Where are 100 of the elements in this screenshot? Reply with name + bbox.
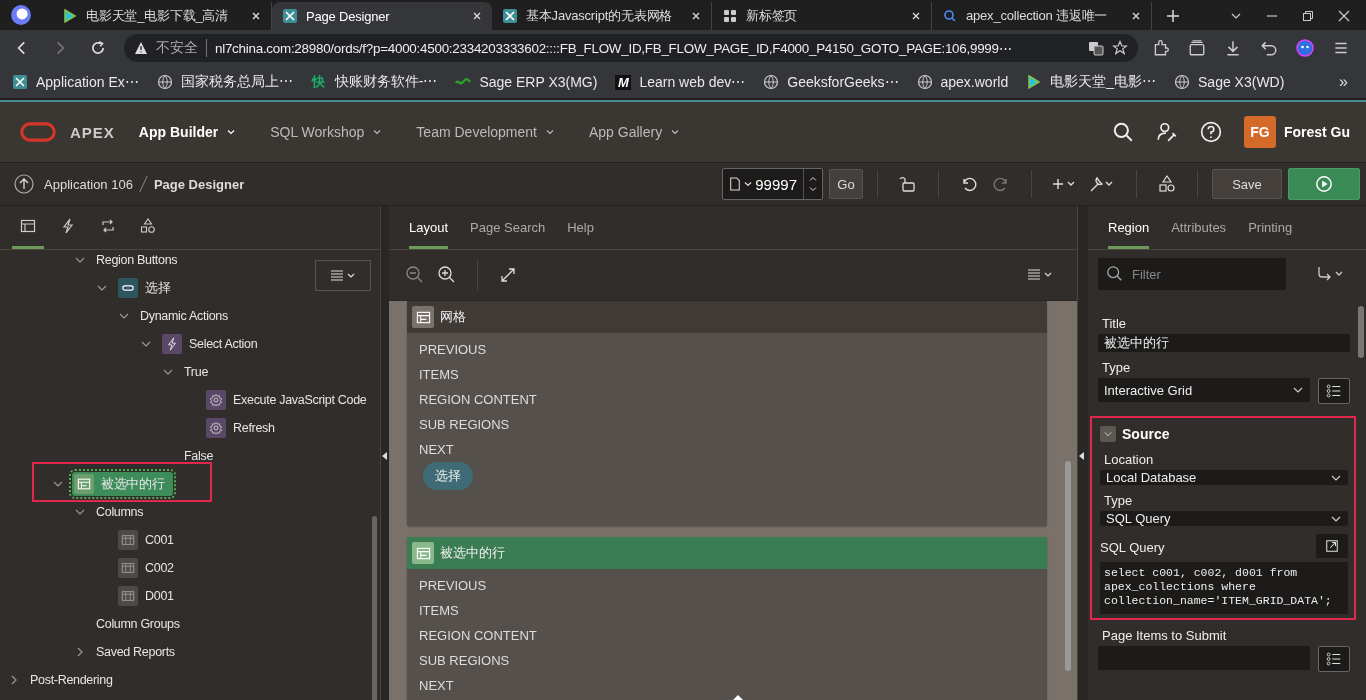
tree-menu-button[interactable] xyxy=(315,260,371,291)
scrollbar[interactable] xyxy=(1065,461,1071,671)
bookmark[interactable]: M Learn web dev⋯ xyxy=(615,74,746,90)
browser-tab[interactable]: Page Designer xyxy=(272,2,492,30)
bookmark[interactable]: Sage X3(WD) xyxy=(1174,74,1285,90)
tab[interactable]: Help xyxy=(567,206,594,249)
tree-node[interactable]: Post-Rendering xyxy=(28,668,115,692)
position-label: SUB REGIONS xyxy=(419,652,511,670)
restore-icon[interactable] xyxy=(1302,10,1314,22)
region-card[interactable]: 网格 PREVIOUS ITEMS REGION CONTENT SUB REGIONS NEXT 选择 xyxy=(407,301,1047,526)
tree-node[interactable]: Column Groups xyxy=(94,612,182,636)
nav-menu[interactable]: Team Development xyxy=(416,124,555,140)
warning-icon xyxy=(134,41,148,55)
spin-down-icon[interactable] xyxy=(808,184,818,194)
tree-node[interactable]: Refresh xyxy=(204,416,277,440)
tab[interactable]: Layout xyxy=(409,206,449,249)
tree-node[interactable]: C001 xyxy=(116,528,176,552)
close-icon[interactable] xyxy=(1131,11,1141,21)
region-header[interactable]: 网格 xyxy=(407,301,1047,333)
list-button[interactable] xyxy=(1318,378,1350,404)
play-logo-icon xyxy=(62,8,78,24)
bookmark[interactable]: Sage ERP X3(MG) xyxy=(455,74,598,90)
region-header[interactable]: 被选中的行 xyxy=(407,537,1047,569)
list-button[interactable] xyxy=(1318,646,1350,672)
help-icon[interactable] xyxy=(1199,121,1222,143)
type-select[interactable]: Interactive Grid xyxy=(1098,378,1310,402)
sql-query-field[interactable]: select c001, c002, d001 from apex_collections where collection_name='ITEM_GRID_DATA'; xyxy=(1100,562,1348,614)
position-label: SUB REGIONS xyxy=(419,416,511,434)
close-icon[interactable] xyxy=(911,11,921,21)
position-label: ITEMS xyxy=(419,602,460,620)
arrows-icon xyxy=(100,218,116,234)
tree-node[interactable]: Dynamic Actions xyxy=(138,304,230,328)
filter-field[interactable]: Filter xyxy=(1098,258,1286,290)
tree-node[interactable]: False xyxy=(182,444,216,468)
undo-icon[interactable] xyxy=(1260,39,1278,57)
new-tab-icon[interactable] xyxy=(1166,9,1180,23)
tab[interactable]: Printing xyxy=(1248,206,1293,249)
expand-icon[interactable] xyxy=(498,265,518,285)
close-icon[interactable] xyxy=(251,11,261,21)
breadcrumb-link[interactable]: Application 106 xyxy=(44,176,133,192)
location-select[interactable]: Local Database xyxy=(1100,470,1348,485)
source-type-select[interactable]: SQL Query xyxy=(1100,511,1348,526)
reload-icon[interactable] xyxy=(90,40,106,56)
go-button[interactable]: Go xyxy=(829,169,863,199)
user-avatar[interactable]: FG xyxy=(1243,116,1276,148)
tree-node[interactable]: True xyxy=(182,360,211,384)
bookmark[interactable]: Application Ex⋯ xyxy=(12,74,139,90)
product-name[interactable]: APEX xyxy=(70,123,115,141)
tree-node[interactable]: Region Buttons xyxy=(94,248,180,272)
tree-node[interactable]: Select Action xyxy=(160,332,260,356)
oracle-logo-icon[interactable] xyxy=(20,120,56,144)
unlock-icon[interactable] xyxy=(898,174,918,194)
tree-node[interactable]: Saved Reports xyxy=(94,640,177,664)
scrollbar[interactable] xyxy=(1358,306,1364,358)
expand-editor-button[interactable] xyxy=(1316,534,1348,558)
star-icon[interactable] xyxy=(1112,40,1128,56)
nav-menu[interactable]: App Builder xyxy=(138,124,237,140)
field-label: SQL Query xyxy=(1100,540,1165,557)
shapes-icon[interactable] xyxy=(1157,174,1177,194)
address-bar[interactable]: 不安全 nl7china.com:28980/ords/f?p=4000:4500:2334203333602::::FB_FLOW_ID,FB_FLOW_PAGE_ID,F4000_P4150_GOTO_PAGE:106,9999⋯ xyxy=(124,34,1138,62)
browser-logo-icon[interactable] xyxy=(10,4,32,26)
tab[interactable]: Region xyxy=(1108,206,1150,249)
tree-node[interactable]: Execute JavaScript Code xyxy=(204,388,369,412)
download-icon[interactable] xyxy=(1224,39,1242,57)
search-icon[interactable] xyxy=(1111,121,1134,143)
bookmark[interactable]: GeeksforGeeks⋯ xyxy=(763,74,899,90)
letter-icon: 快 xyxy=(310,73,327,91)
play-icon xyxy=(1315,175,1333,193)
zoom-in-icon[interactable] xyxy=(437,265,457,285)
bookmark[interactable]: 国家税务总局上⋯ xyxy=(156,73,293,91)
title-field[interactable]: 被选中的行 xyxy=(1098,334,1350,352)
more-bookmarks[interactable]: » xyxy=(1339,73,1366,91)
close-icon[interactable] xyxy=(472,11,482,21)
page-number-field[interactable]: 99997 xyxy=(722,168,823,200)
bookmark[interactable]: apex.world xyxy=(916,74,1009,90)
spin-up-icon[interactable] xyxy=(808,174,818,184)
tree-node[interactable]: C002 xyxy=(116,556,176,580)
caret-icon xyxy=(372,127,383,137)
user-wrench-icon[interactable] xyxy=(1155,121,1178,143)
translate-icon[interactable] xyxy=(1088,40,1104,56)
user-name[interactable]: Forest Gu xyxy=(1283,124,1350,140)
bookmark[interactable]: 快 快账财务软件-⋯ xyxy=(310,73,438,91)
tree-node[interactable]: D001 xyxy=(116,584,176,608)
profile-icon[interactable] xyxy=(1296,39,1314,57)
close-icon[interactable] xyxy=(1338,10,1350,22)
nav-menu[interactable]: SQL Workshop xyxy=(270,124,383,140)
region-button[interactable]: 选择 xyxy=(423,462,473,490)
scrollbar[interactable] xyxy=(372,516,377,700)
tree-node[interactable]: Columns xyxy=(94,500,146,524)
bookmark[interactable]: 电影天堂_电影⋯ xyxy=(1026,73,1156,91)
run-button[interactable] xyxy=(1288,168,1360,200)
close-icon[interactable] xyxy=(691,11,701,21)
tree-node[interactable]: 选择 xyxy=(116,276,173,300)
collections-icon[interactable] xyxy=(1188,39,1206,57)
tab[interactable]: Attributes xyxy=(1171,206,1227,249)
tab[interactable]: Page Search xyxy=(470,206,546,249)
puzzle-icon[interactable] xyxy=(1152,39,1170,57)
nav-menu[interactable]: App Gallery xyxy=(589,124,681,140)
save-button[interactable]: Save xyxy=(1212,169,1282,199)
region-card[interactable]: 被选中的行 PREVIOUS ITEMS REGION CONTENT SUB REGIONS NEXT xyxy=(407,537,1047,700)
